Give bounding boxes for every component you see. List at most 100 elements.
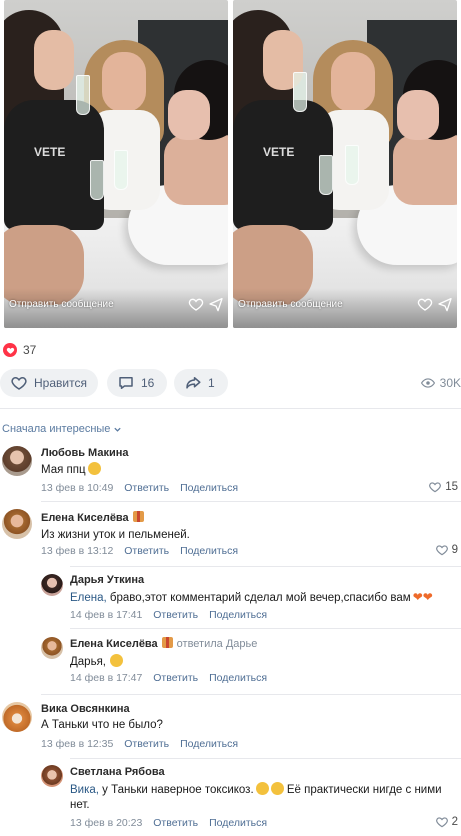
comment-date[interactable]: 13 фев в 12:35	[41, 738, 113, 750]
heart-icon	[435, 817, 448, 828]
video-frame-2[interactable]: VETE Отправить сообщение	[233, 0, 457, 328]
heart-icon[interactable]	[417, 296, 433, 312]
comment-author[interactable]: Вика Овсянкина	[41, 703, 130, 715]
comment-date[interactable]: 13 фев в 10:49	[41, 482, 113, 494]
emoji-icon	[270, 782, 284, 795]
like-button[interactable]: Нравится	[0, 369, 98, 397]
mention-link[interactable]: Елена,	[70, 592, 107, 604]
comment: Елена Киселёва Из жизни уток и пельменей…	[0, 509, 461, 561]
reply-button[interactable]: Ответить	[153, 817, 198, 829]
share-link[interactable]: Поделиться	[180, 482, 238, 494]
post-actions: Нравится 16 1 30K	[0, 369, 461, 399]
heart-icon	[11, 376, 27, 390]
share-icon	[186, 377, 201, 389]
comment-text: Мая ппц	[41, 462, 101, 478]
avatar[interactable]	[2, 702, 32, 732]
likes-count: 37	[23, 343, 37, 357]
avatar[interactable]	[2, 446, 32, 476]
comment-meta: 13 фев в 13:12 Ответить Поделиться	[41, 545, 246, 557]
share-link[interactable]: Поделиться	[209, 817, 267, 829]
heart-filled-icon	[3, 343, 17, 357]
views-counter: 30K	[420, 376, 461, 390]
divider	[70, 566, 461, 567]
comment-reply: Светлана Рябова Вика, у Таньки наверное …	[0, 764, 461, 834]
comment-text: А Таньки что не было?	[41, 719, 163, 731]
divider	[41, 694, 461, 695]
reply-button[interactable]: Ответить	[153, 609, 198, 621]
comment-text: Вика, у Таньки наверное токсикоз. Её пра…	[70, 782, 442, 811]
comment-date[interactable]: 14 фев в 17:47	[70, 672, 142, 684]
divider	[0, 408, 461, 409]
avatar[interactable]	[41, 765, 63, 787]
mention-link[interactable]: Вика,	[70, 784, 99, 796]
comment-date[interactable]: 13 фев в 20:23	[70, 817, 142, 829]
comment-date[interactable]: 13 фев в 13:12	[41, 545, 113, 557]
comment-author[interactable]: Дарья Уткина	[70, 574, 144, 586]
reply-button[interactable]: Ответить	[153, 672, 198, 684]
reply-button[interactable]: Ответить	[124, 738, 169, 750]
comment-reply: Елена Киселёва ответила Дарье Дарья, 14 ф…	[0, 636, 461, 688]
share-link[interactable]: Поделиться	[180, 545, 238, 557]
sort-label: Сначала интересные	[2, 423, 111, 435]
shares-count: 1	[208, 376, 215, 390]
comments-count: 16	[141, 376, 155, 390]
heart-emoji-icon: ❤❤	[412, 590, 433, 604]
avatar[interactable]	[41, 574, 63, 596]
avatar[interactable]	[2, 509, 32, 539]
comment-date[interactable]: 14 фев в 17:41	[70, 609, 142, 621]
emoji-icon	[87, 462, 101, 475]
comment: Вика Овсянкина А Таньки что не было? 13 …	[0, 702, 461, 754]
gift-icon	[161, 637, 173, 648]
comment-text: Елена, браво,этот комментарий сделал мой…	[70, 590, 433, 604]
emoji-icon	[110, 654, 123, 667]
comment-meta: 14 фев в 17:47 Ответить Поделиться	[70, 672, 275, 684]
comment-likes-count: 2	[451, 816, 458, 828]
comment-author[interactable]: Елена Киселёва ответила Дарье	[70, 637, 257, 650]
comment-author[interactable]: Любовь Макина	[41, 447, 129, 459]
comment-likes-count: 15	[445, 481, 458, 493]
comment-meta: 13 фев в 20:23 Ответить Поделиться	[70, 817, 275, 829]
comment-text: Дарья,	[70, 654, 123, 670]
likes-summary[interactable]: 37	[3, 343, 36, 357]
comments-button[interactable]: 16	[107, 369, 167, 397]
comment-author[interactable]: Светлана Рябова	[70, 766, 165, 778]
share-button[interactable]: 1	[174, 369, 228, 397]
reply-button[interactable]: Ответить	[124, 482, 169, 494]
comments-sort-dropdown[interactable]: Сначала интересные	[2, 423, 122, 435]
avatar[interactable]	[41, 637, 63, 659]
comment-like-button[interactable]: 9	[435, 543, 458, 557]
share-link[interactable]: Поделиться	[180, 738, 238, 750]
send-message-input[interactable]: Отправить сообщение	[9, 299, 114, 310]
heart-icon	[429, 482, 442, 493]
divider	[41, 501, 461, 502]
comment-likes-count: 9	[451, 544, 458, 556]
share-link[interactable]: Поделиться	[209, 609, 267, 621]
send-icon[interactable]	[437, 296, 453, 312]
comment-author[interactable]: Елена Киселёва	[41, 511, 144, 524]
comment-like-button[interactable]: 15	[428, 480, 458, 494]
divider	[70, 628, 461, 629]
reply-to-label[interactable]: ответила Дарье	[177, 638, 258, 650]
comment-like-button[interactable]: 2	[435, 815, 458, 829]
comment-meta: 14 фев в 17:41 Ответить Поделиться	[70, 609, 275, 621]
comment-reply: Дарья Уткина Елена, браво,этот комментар…	[0, 573, 461, 625]
video-frame-1[interactable]: VETE Отправить сообщение	[4, 0, 228, 328]
send-message-input[interactable]: Отправить сообщение	[238, 299, 343, 310]
comment-icon	[119, 377, 133, 389]
comment-text: Из жизни уток и пельменей.	[41, 529, 190, 541]
divider	[70, 758, 461, 759]
comment: Любовь Макина Мая ппц 13 фев в 10:49 Отв…	[0, 446, 461, 498]
send-icon[interactable]	[208, 296, 224, 312]
gift-icon	[132, 511, 144, 522]
comment-meta: 13 фев в 10:49 Ответить Поделиться	[41, 482, 246, 494]
reply-button[interactable]: Ответить	[124, 545, 169, 557]
eye-icon	[420, 378, 435, 388]
emoji-icon	[255, 782, 269, 795]
share-link[interactable]: Поделиться	[209, 672, 267, 684]
views-count: 30K	[439, 376, 461, 390]
chevron-down-icon	[114, 427, 122, 432]
heart-icon[interactable]	[188, 296, 204, 312]
video-frames: VETE Отправить сообщение VETE Отправить …	[0, 0, 461, 330]
heart-icon	[435, 545, 448, 556]
comment-meta: 13 фев в 12:35 Ответить Поделиться	[41, 738, 246, 750]
